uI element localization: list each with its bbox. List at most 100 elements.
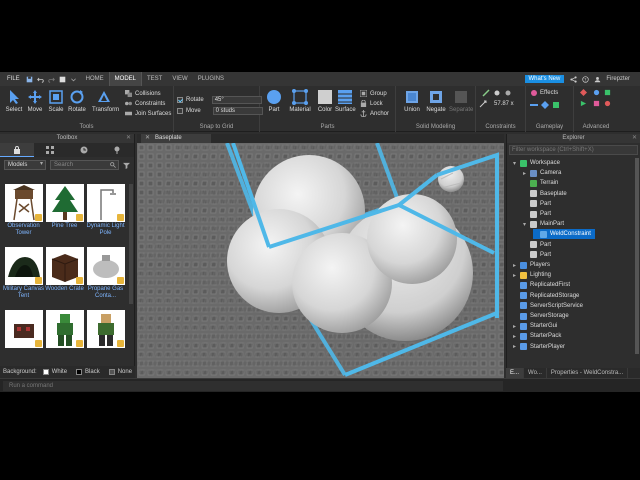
asset-tile[interactable] [44, 310, 85, 370]
transform-tool-button[interactable]: Transform [92, 89, 119, 113]
explorer-item[interactable]: ▾ Workspace [513, 158, 560, 168]
tab-inventory[interactable] [34, 143, 68, 157]
asset-tile[interactable]: Dynamic Light Pole [85, 184, 126, 244]
asset-tile[interactable] [85, 310, 126, 370]
collisions-toggle[interactable]: Collisions [125, 89, 161, 98]
tab-model[interactable]: MODEL [108, 72, 143, 86]
explorer-scrollbar[interactable] [635, 158, 639, 354]
rotate-snap-checkbox[interactable] [177, 96, 183, 103]
3d-viewport[interactable] [137, 143, 504, 378]
expand-chevron-icon[interactable]: ▸ [513, 262, 519, 269]
material-button[interactable]: Material [288, 89, 312, 113]
explorer-item[interactable]: ▸ Lighting [513, 270, 551, 280]
bg-none-swatch[interactable] [108, 369, 115, 375]
join-surfaces-toggle[interactable]: Join Surfaces [125, 109, 171, 118]
tab-plugins[interactable]: PLUGINS [193, 72, 229, 86]
scale-tool-button[interactable]: Scale [46, 89, 66, 113]
separate-button[interactable]: Separate [449, 89, 473, 113]
asset-tile[interactable]: Pine Tree [44, 184, 85, 244]
tab-home[interactable]: HOME [81, 72, 109, 86]
part-button[interactable]: Part [264, 89, 284, 113]
module-script-icon[interactable] [604, 89, 611, 96]
asset-tile[interactable] [3, 310, 44, 370]
filter-icon[interactable] [123, 162, 130, 169]
score-icon[interactable] [541, 101, 549, 109]
explorer-filter-input[interactable]: Filter workspace (Ctrl+Shift+X) [509, 145, 638, 155]
rotate-snap-input[interactable]: 45° [211, 95, 262, 104]
constraint-details-icon[interactable] [493, 89, 501, 97]
command-icon[interactable] [593, 100, 600, 107]
explorer-item[interactable]: ▸ Camera [523, 168, 561, 178]
effects-button[interactable]: Effects [540, 90, 558, 96]
move-tool-button[interactable]: Move [25, 89, 45, 113]
lock-button[interactable]: Lock [360, 99, 383, 108]
explorer-item[interactable]: Part [523, 199, 551, 209]
explorer-item[interactable]: ▸ StarterPlayer [513, 342, 565, 352]
select-tool-button[interactable]: Select [4, 89, 24, 113]
rotate-tool-button[interactable]: Rotate [67, 89, 87, 113]
explorer-item[interactable]: ▸ Players [513, 260, 550, 270]
toolbox-scrollbar[interactable] [129, 184, 133, 304]
tab-workspace[interactable]: Wo... [524, 368, 547, 378]
explorer-item[interactable]: ▾ MainPart [523, 219, 564, 229]
bg-black-swatch[interactable] [76, 369, 83, 375]
negate-button[interactable]: Negate [425, 89, 447, 113]
close-tab-icon[interactable]: ✕ [145, 134, 150, 143]
explorer-item[interactable]: ▸ StarterGui [513, 321, 557, 331]
expand-chevron-icon[interactable]: ▸ [513, 272, 519, 279]
team-icon[interactable] [552, 101, 560, 109]
expand-chevron-icon[interactable]: ▸ [513, 343, 519, 350]
constraint-scale-value[interactable]: 57.87 x [494, 101, 514, 107]
asset-tile[interactable]: Wooden Crate [44, 247, 85, 307]
asset-tile[interactable]: Propane Gas Conta... [85, 247, 126, 307]
explorer-item[interactable]: Part [523, 240, 551, 250]
file-menu[interactable]: FILE [0, 76, 26, 82]
constraint-weld-icon[interactable] [482, 89, 490, 97]
undo-icon[interactable] [36, 76, 44, 83]
move-snap-input[interactable]: 0 studs [212, 106, 263, 115]
help-icon[interactable]: ? [582, 75, 589, 83]
expand-chevron-icon[interactable]: ▾ [523, 221, 529, 228]
tab-marketplace[interactable] [0, 143, 34, 157]
explorer-item[interactable]: Terrain [523, 178, 558, 188]
bg-white-label[interactable]: White [52, 369, 67, 375]
grid-icon[interactable] [59, 76, 66, 83]
tab-explorer[interactable]: E... [506, 368, 525, 378]
tab-test[interactable]: TEST [142, 72, 167, 86]
constraint-scale-icon[interactable] [504, 89, 512, 97]
user-name[interactable]: Firepzter [606, 76, 630, 82]
panel-close-icon[interactable]: ✕ [632, 134, 637, 143]
surface-button[interactable]: Surface [335, 89, 356, 113]
plugin-icon[interactable] [604, 100, 611, 107]
category-dropdown[interactable]: Models [4, 160, 46, 170]
spawn-icon[interactable] [530, 101, 538, 109]
constraints-toggle[interactable]: Constraints [125, 99, 165, 108]
run-script-icon[interactable] [580, 100, 587, 107]
tab-baseplate[interactable]: ✕ Baseplate [141, 134, 211, 143]
asset-tile[interactable]: Military Canvas Tent [3, 247, 44, 307]
explorer-item[interactable]: ReplicatedStorage [513, 291, 579, 301]
tab-view[interactable]: VIEW [167, 72, 192, 86]
tab-creations[interactable] [101, 143, 135, 157]
anchor-button[interactable]: Anchor [360, 109, 389, 118]
bg-black-label[interactable]: Black [85, 369, 100, 375]
expand-chevron-icon[interactable]: ▸ [513, 333, 519, 340]
constraint-create-icon[interactable] [479, 100, 487, 108]
explorer-item[interactable]: Baseplate [523, 189, 567, 199]
local-script-icon[interactable] [593, 89, 600, 96]
color-button[interactable]: Color [315, 89, 335, 113]
group-button[interactable]: Group [360, 89, 387, 98]
command-input[interactable]: Run a command [3, 380, 503, 391]
redo-icon[interactable] [48, 76, 55, 83]
tab-properties[interactable]: Properties - WeldConstra... [547, 368, 629, 378]
expand-chevron-icon[interactable]: ▸ [513, 323, 519, 330]
share-icon[interactable] [570, 75, 577, 83]
save-icon[interactable] [26, 76, 33, 83]
bg-none-label[interactable]: None [118, 369, 132, 375]
explorer-item-selected[interactable]: WeldConstraint [533, 229, 595, 240]
explorer-item[interactable]: ▸ StarterPack [513, 331, 561, 341]
explorer-item[interactable]: Part [523, 209, 551, 219]
union-button[interactable]: Union [402, 89, 422, 113]
expand-chevron-icon[interactable]: ▾ [513, 160, 519, 167]
expand-chevron-icon[interactable]: ▸ [523, 170, 529, 177]
